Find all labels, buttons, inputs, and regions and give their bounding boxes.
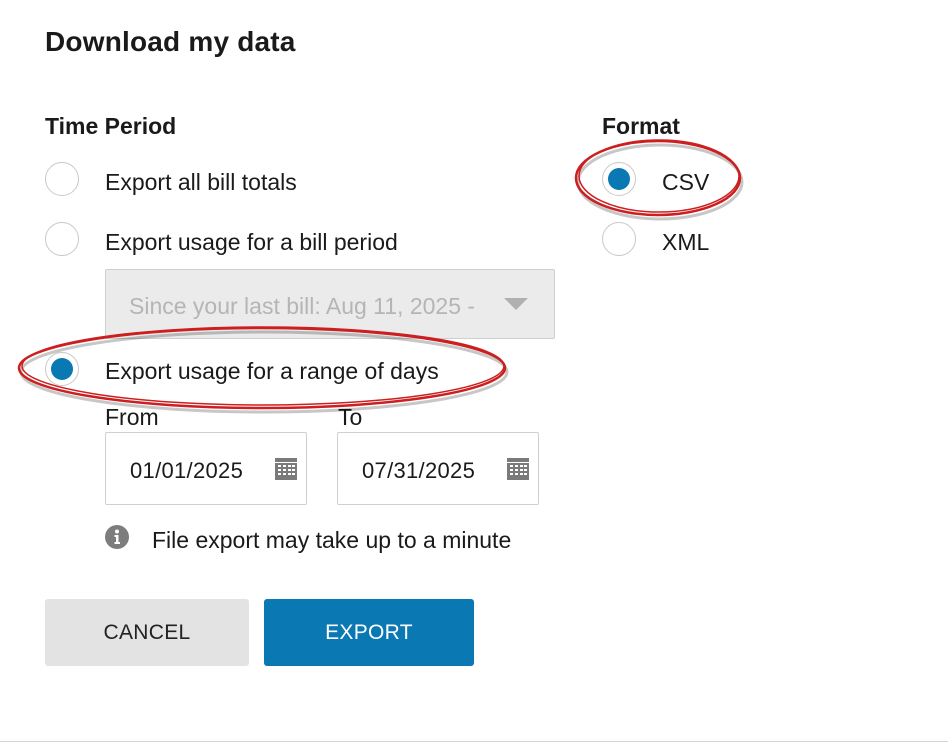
bill-period-select-value: Since your last bill: Aug 11, 2025 - (129, 293, 476, 319)
info-icon (105, 525, 129, 549)
format-xml-label[interactable]: XML (662, 229, 709, 255)
dialog-title: Download my data (45, 26, 296, 57)
calendar-icon[interactable] (275, 458, 297, 480)
export-all-bill-totals-label[interactable]: Export all bill totals (105, 169, 297, 195)
format-heading: Format (602, 113, 680, 139)
time-period-heading: Time Period (45, 113, 177, 139)
export-bill-period-radio[interactable] (45, 222, 79, 256)
to-label: To (338, 404, 363, 430)
format-xml-radio[interactable] (602, 222, 636, 256)
export-button[interactable]: EXPORT (264, 599, 474, 666)
format-csv-radio[interactable] (602, 162, 636, 196)
chevron-down-icon (504, 298, 528, 310)
export-range-of-days-label[interactable]: Export usage for a range of days (105, 358, 439, 384)
export-range-of-days-radio[interactable] (45, 352, 79, 386)
bill-period-select[interactable]: Since your last bill: Aug 11, 2025 - (105, 269, 555, 339)
from-label: From (105, 404, 159, 430)
file-export-info-text: File export may take up to a minute (152, 527, 512, 553)
to-date-input[interactable]: 07/31/2025 (337, 432, 539, 505)
dialog-bottom-divider (0, 741, 948, 742)
to-date-value: 07/31/2025 (362, 458, 476, 483)
calendar-icon[interactable] (507, 458, 529, 480)
format-csv-label[interactable]: CSV (662, 169, 709, 195)
cancel-button[interactable]: CANCEL (45, 599, 249, 666)
export-bill-period-label[interactable]: Export usage for a bill period (105, 229, 398, 255)
export-all-bill-totals-radio[interactable] (45, 162, 79, 196)
annotation-circle-csv (574, 139, 744, 221)
from-date-input[interactable]: 01/01/2025 (105, 432, 307, 505)
download-data-dialog: Download my data Time Period Export all … (0, 0, 948, 744)
from-date-value: 01/01/2025 (130, 458, 244, 483)
